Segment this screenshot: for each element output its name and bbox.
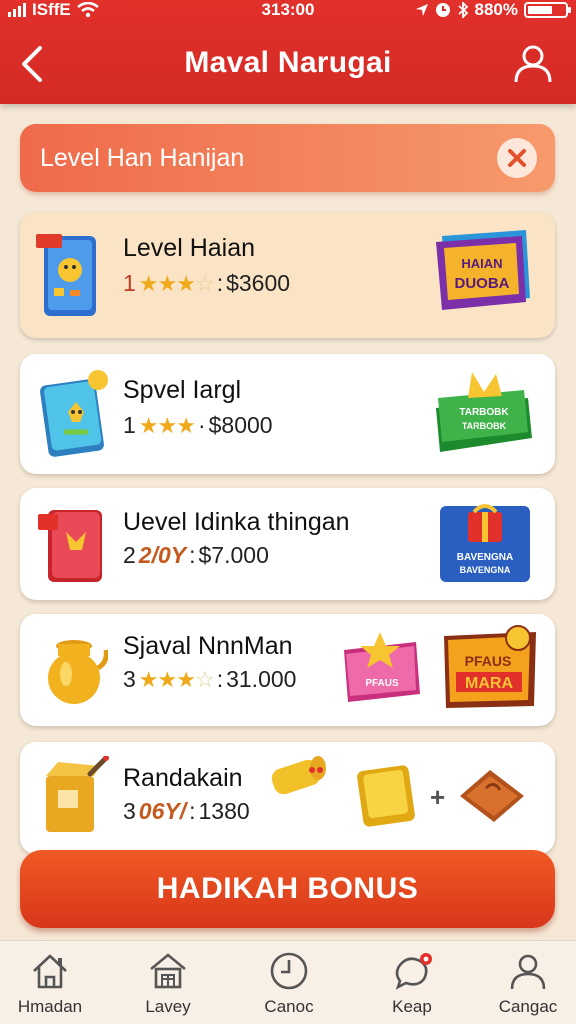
nav-item-chat[interactable]: Keap bbox=[357, 941, 467, 1024]
svg-text:HAIAN: HAIAN bbox=[461, 256, 502, 271]
nav-label: Cangac bbox=[498, 997, 558, 1016]
item-rank: 1 bbox=[123, 412, 136, 438]
item-title: Sjaval NnnMan bbox=[123, 632, 293, 660]
list-item[interactable]: Spvel Iargl 1 ★★★ · $8000 TARBOBK TARBOB… bbox=[20, 354, 555, 474]
item-rank: 3 bbox=[123, 666, 136, 692]
item-price: 31.000 bbox=[226, 666, 297, 692]
svg-text:TARBOBK: TARBOBK bbox=[462, 421, 507, 431]
close-icon bbox=[508, 149, 526, 167]
red-box-icon bbox=[38, 510, 102, 582]
battery-percent: 880% bbox=[474, 0, 518, 19]
user-icon bbox=[514, 45, 552, 83]
item-meta: 1 ★★★ · $8000 bbox=[123, 412, 273, 439]
star-rating: ★★★☆ bbox=[138, 270, 215, 296]
item-rate: 06Y/ bbox=[138, 798, 187, 824]
location-arrow-icon bbox=[415, 4, 428, 16]
nav-label: Keap bbox=[392, 997, 432, 1016]
bluetooth-icon bbox=[457, 2, 468, 18]
svg-text:BAVENGNA: BAVENGNA bbox=[457, 552, 513, 563]
clock-icon bbox=[270, 952, 308, 990]
item-price: $8000 bbox=[208, 412, 273, 438]
clear-search-button[interactable] bbox=[497, 138, 537, 178]
profile-button[interactable] bbox=[512, 42, 554, 84]
purple-banner-badge-icon: HAIAN DUOBA bbox=[436, 230, 530, 310]
item-separator: : bbox=[216, 270, 224, 296]
bottom-navigation: Hmadan Lavey Canoc Keap Cangac bbox=[0, 940, 576, 1024]
item-rank: 1 bbox=[123, 270, 136, 296]
nav-item-clock[interactable]: Canoc bbox=[234, 941, 344, 1024]
item-separator: : bbox=[216, 666, 224, 692]
list-item[interactable]: Randakain 3 06Y/ : 1380 + bbox=[20, 742, 555, 854]
nav-label: Hmadan bbox=[17, 997, 83, 1016]
gold-bar-icon bbox=[357, 765, 415, 827]
home-icon bbox=[33, 954, 67, 989]
golden-jar-icon bbox=[48, 640, 108, 704]
nav-label: Canoc bbox=[264, 997, 314, 1016]
nav-item-home[interactable]: Hmadan bbox=[0, 941, 105, 1024]
item-separator: : bbox=[189, 798, 196, 824]
bonus-button[interactable]: HADIKAH BONUS bbox=[20, 850, 555, 928]
item-rank: 2 bbox=[123, 542, 136, 568]
list-item[interactable]: Sjaval NnnMan 3 ★★★☆ : 31.000 PFAUS PFAU… bbox=[20, 614, 555, 726]
yellow-box-icon bbox=[46, 756, 109, 832]
gold-scroll-icon bbox=[271, 756, 326, 795]
item-separator: : bbox=[189, 542, 196, 568]
list-item[interactable]: Level Haian 1 ★★★☆ : $3600 HAIAN DUOBA bbox=[20, 212, 555, 338]
blue-gift-badge-icon: BAVENGNA BAVENGNA bbox=[440, 504, 530, 582]
item-rank: 3 bbox=[123, 798, 136, 824]
item-price: $3600 bbox=[226, 270, 291, 296]
green-banner-badge-icon: TARBOBK TARBOBK bbox=[436, 372, 532, 452]
app-header: ISffE 313:00 880% Maval Narugai bbox=[0, 0, 576, 104]
item-separator: · bbox=[197, 412, 206, 438]
svg-text:PFAUS: PFAUS bbox=[365, 678, 399, 689]
cyan-card-icon bbox=[40, 370, 108, 457]
svg-text:DUOBA: DUOBA bbox=[455, 275, 510, 292]
status-bar: ISffE 313:00 880% bbox=[0, 0, 576, 22]
page-title: Maval Narugai bbox=[184, 46, 392, 79]
blue-box-icon bbox=[36, 234, 96, 316]
orange-banner-badge-icon: PFAUS MARA bbox=[444, 625, 536, 708]
item-price: 1380 bbox=[198, 798, 250, 824]
search-input[interactable]: Level Han Hanijan bbox=[40, 144, 244, 173]
item-price: $7.000 bbox=[198, 542, 269, 568]
user-icon bbox=[510, 954, 546, 990]
star-rating: ★★★ bbox=[138, 412, 196, 438]
svg-text:PFAUS: PFAUS bbox=[465, 653, 512, 669]
item-title: Level Haian bbox=[123, 234, 256, 262]
item-meta: 1 ★★★☆ : $3600 bbox=[123, 270, 290, 297]
list-item[interactable]: Uevel Idinka thingan 2 2/0Y : $7.000 BAV… bbox=[20, 488, 555, 600]
nav-item-shop[interactable]: Lavey bbox=[113, 941, 223, 1024]
plus-sign: + bbox=[430, 782, 446, 812]
alarm-icon bbox=[435, 3, 450, 17]
pink-star-badge-icon: PFAUS bbox=[344, 632, 420, 702]
item-title: Uevel Idinka thingan bbox=[123, 508, 350, 536]
svg-text:MARA: MARA bbox=[465, 675, 513, 692]
brown-chest-icon bbox=[460, 770, 524, 822]
item-title: Spvel Iargl bbox=[123, 376, 242, 404]
item-title: Randakain bbox=[123, 764, 243, 792]
item-meta: 3 06Y/ : 1380 bbox=[123, 798, 250, 825]
nav-label: Lavey bbox=[145, 997, 191, 1016]
nav-item-profile[interactable]: Cangac bbox=[473, 941, 576, 1024]
item-meta: 2 2/0Y : $7.000 bbox=[123, 542, 269, 569]
chat-icon bbox=[395, 953, 432, 990]
item-meta: 3 ★★★☆ : 31.000 bbox=[123, 666, 296, 693]
battery-icon bbox=[524, 2, 571, 18]
star-rating: ★★★☆ bbox=[138, 666, 215, 692]
search-bar[interactable]: Level Han Hanijan bbox=[20, 124, 555, 192]
item-rate: 2/0Y bbox=[138, 542, 187, 568]
shop-icon bbox=[150, 953, 186, 989]
svg-text:BAVENGNA: BAVENGNA bbox=[460, 565, 511, 575]
svg-text:TARBOBK: TARBOBK bbox=[459, 407, 509, 418]
